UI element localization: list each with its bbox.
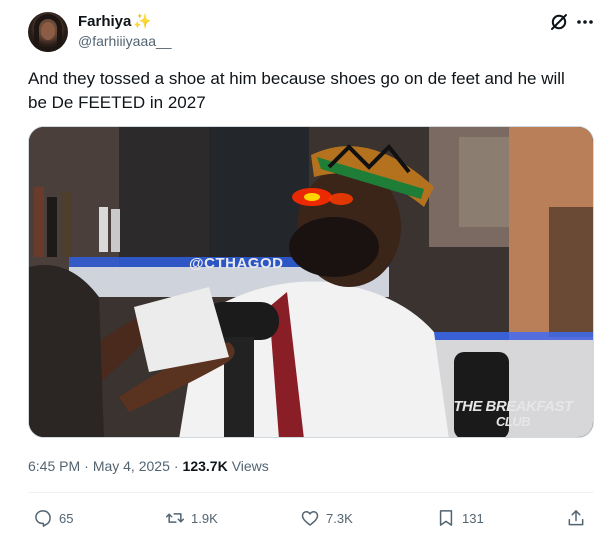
repost-count: 1.9K (191, 510, 218, 526)
like-count: 7.3K (326, 510, 353, 526)
avatar[interactable] (28, 12, 68, 52)
sparkle-icon: ✨ (133, 13, 153, 30)
repost-icon (165, 508, 185, 528)
avatar-face (41, 22, 55, 40)
media-watermark-handle: @CTHAGOD (189, 255, 284, 272)
tweet: Farhiya ✨ @farhiiiyaaa__ And they tossed… (0, 0, 614, 550)
media-watermark-logo: THE BREAKFAST CLUB (453, 399, 573, 429)
bookmark-button[interactable]: 131 (436, 508, 484, 528)
divider (28, 492, 594, 493)
media-image (29, 127, 593, 437)
share-icon (566, 508, 586, 528)
reply-icon (33, 508, 53, 528)
tweet-media[interactable]: @CTHAGOD THE BREAKFAST CLUB (28, 126, 594, 438)
tweet-meta: 6:45 PM · May 4, 2025 · 123.7K Views (28, 458, 269, 474)
like-button[interactable]: 7.3K (300, 508, 353, 528)
reply-button[interactable]: 65 (33, 508, 73, 528)
share-button[interactable] (566, 508, 586, 528)
views-label: Views (231, 458, 269, 474)
tweet-date[interactable]: May 4, 2025 (93, 458, 170, 474)
logo-line-1: THE BREAKFAST (453, 398, 573, 415)
bookmark-count: 131 (462, 510, 484, 526)
tweet-time[interactable]: 6:45 PM (28, 458, 80, 474)
views-count[interactable]: 123.7K (183, 458, 228, 474)
logo-line-2: CLUB (495, 414, 531, 429)
meta-separator: · (84, 458, 89, 474)
meta-separator: · (173, 458, 179, 474)
reply-count: 65 (59, 510, 74, 526)
like-icon (300, 508, 320, 528)
grok-icon[interactable] (549, 12, 569, 32)
repost-button[interactable]: 1.9K (165, 508, 218, 528)
user-handle[interactable]: @farhiiiyaaa__ (78, 33, 172, 49)
bookmark-icon (436, 508, 456, 528)
tweet-text: And they tossed a shoe at him because sh… (28, 69, 565, 112)
more-icon[interactable] (575, 12, 595, 32)
display-name[interactable]: Farhiya (78, 13, 131, 30)
name-row: Farhiya ✨ (78, 13, 152, 30)
